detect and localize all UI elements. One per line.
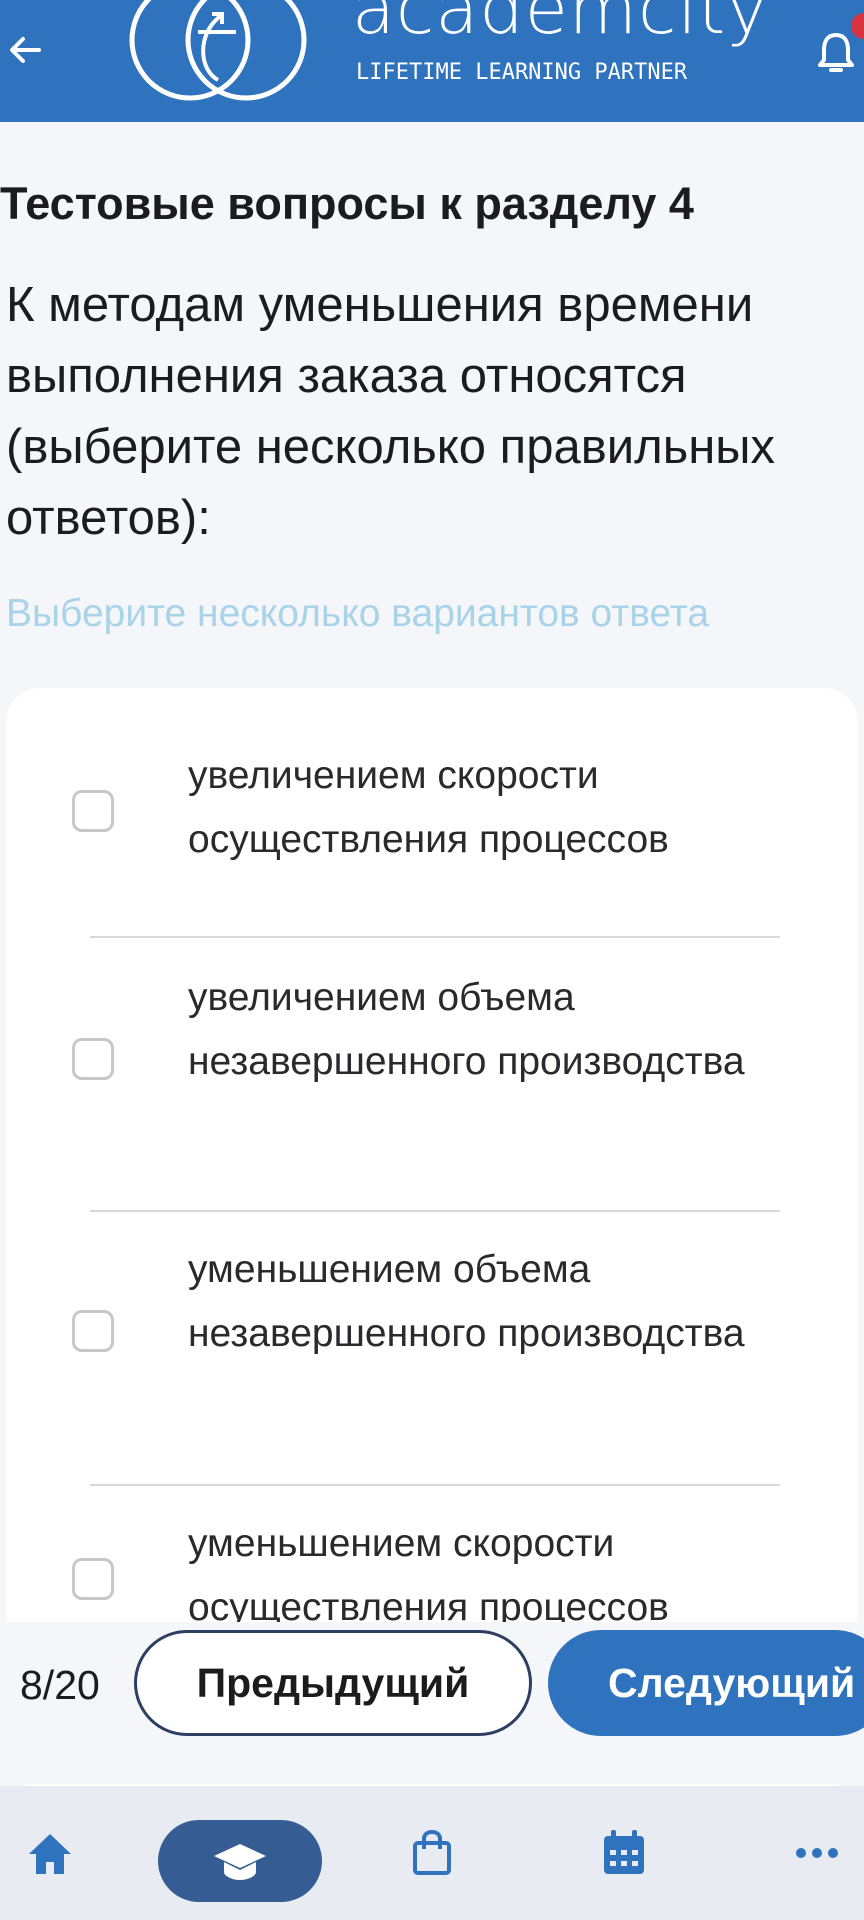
- option-checkbox[interactable]: [72, 1558, 114, 1600]
- option-1[interactable]: увеличением скорости осуществления проце…: [6, 744, 858, 884]
- tab-shop[interactable]: [402, 1822, 462, 1884]
- home-icon: [29, 1834, 71, 1874]
- option-label: увеличением объема незавершенного произв…: [188, 976, 745, 1083]
- app-header: academcity LIFETIME LEARNING PARTNER: [0, 0, 864, 122]
- quiz-navigation-bar: 8/20 Предыдущий Следующий: [0, 1622, 864, 1784]
- graduation-cap-icon: [214, 1844, 266, 1880]
- tab-calendar[interactable]: [594, 1822, 654, 1884]
- quiz-page: Тестовые вопросы к разделу 4 К методам у…: [0, 122, 864, 1788]
- bottom-tab-bar: [0, 1786, 864, 1920]
- previous-button[interactable]: Предыдущий: [134, 1630, 532, 1736]
- brand-name: academcity: [352, 0, 769, 50]
- option-label: уменьшением объема незавершенного произв…: [188, 1248, 745, 1355]
- back-button[interactable]: [0, 20, 50, 80]
- next-button[interactable]: Следующий: [548, 1630, 864, 1736]
- option-2[interactable]: увеличением объема незавершенного произв…: [6, 966, 858, 1166]
- question-counter: 8/20: [20, 1662, 100, 1708]
- bell-icon: [818, 33, 854, 72]
- answer-hint: Выберите несколько вариантов ответа: [6, 592, 710, 635]
- question-text: К методам уменьшения времени выполнения …: [6, 278, 775, 545]
- option-divider: [90, 936, 780, 938]
- option-3[interactable]: уменьшением объема незавершенного произв…: [6, 1238, 858, 1438]
- arrow-left-icon: [10, 37, 41, 63]
- option-divider: [90, 1484, 780, 1486]
- tab-more[interactable]: [790, 1822, 844, 1884]
- option-divider: [90, 1210, 780, 1212]
- tab-courses[interactable]: [190, 1830, 290, 1892]
- academcity-logo-icon: [129, 0, 307, 101]
- option-checkbox[interactable]: [72, 790, 114, 832]
- option-label: увеличением скорости осуществления проце…: [188, 754, 669, 861]
- option-checkbox[interactable]: [72, 1310, 114, 1352]
- calendar-icon: [604, 1830, 644, 1874]
- option-checkbox[interactable]: [72, 1038, 114, 1080]
- shopping-bag-icon: [413, 1829, 451, 1875]
- tab-home[interactable]: [20, 1822, 80, 1884]
- brand-tagline: LIFETIME LEARNING PARTNER: [356, 60, 688, 85]
- option-label: уменьшением скорости осуществления проце…: [188, 1522, 669, 1629]
- section-title: Тестовые вопросы к разделу 4: [0, 178, 694, 229]
- more-icon: [796, 1848, 838, 1858]
